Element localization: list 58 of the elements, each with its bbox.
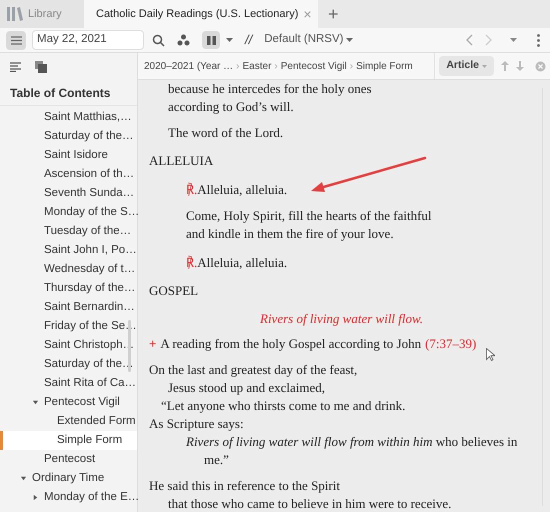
toc-item[interactable]: Saint Rita of Ca… — [0, 374, 137, 393]
text-line: Jesus stood up and exclaimed, — [167, 379, 326, 397]
breadcrumb-item[interactable]: Simple Form — [356, 58, 413, 74]
toc-title: Table of Contents — [0, 80, 137, 106]
toc-item[interactable]: Simple Form — [0, 431, 137, 450]
toc-item[interactable]: Monday of the E… — [0, 488, 137, 507]
text-line: because he intercedes for the holy ones — [167, 80, 373, 98]
toc-item[interactable]: Pentecost — [0, 450, 137, 469]
new-tab-button[interactable]: + — [318, 0, 349, 28]
toc-item[interactable]: Saint Bernardin… — [0, 298, 137, 317]
toc-item[interactable]: Saturday of the… — [0, 127, 137, 146]
text-line: He said this in reference to the Spirit — [149, 477, 341, 495]
text-line: that those who came to believe in him were to receive. — [167, 495, 452, 512]
toc-item[interactable]: Saint John I, Po… — [0, 241, 137, 260]
parallel-separator[interactable]: // — [245, 30, 252, 50]
text-line: and kindle in them the fire of your love. — [185, 225, 395, 243]
response-symbol: ℟. — [186, 181, 198, 199]
date-field[interactable]: May 22, 2021 — [32, 30, 144, 50]
toc-item[interactable]: Wednesday of t… — [0, 260, 137, 279]
article-dropdown[interactable]: Article — [439, 56, 494, 76]
section-heading: GOSPEL — [149, 282, 200, 300]
text-line: me.” — [203, 451, 230, 469]
response-symbol: ℟. — [186, 254, 198, 272]
breadcrumb-item[interactable]: Easter — [242, 58, 272, 74]
toc-item[interactable]: Pentecost Vigil — [0, 393, 137, 412]
text-line: As Scripture says: — [149, 415, 245, 433]
response-text: Alleluia, alleluia. — [197, 254, 288, 272]
toc-item[interactable]: Monday of the S… — [0, 203, 137, 222]
toc-item[interactable]: Thursday of the… — [0, 279, 137, 298]
version-dropdown[interactable]: Default (NRSV) — [264, 31, 354, 49]
toc-item[interactable]: Saint Isidore — [0, 146, 137, 165]
text-line: “Let anyone who thirsts come to me and drink. — [160, 397, 406, 415]
section-heading: ALLELUIA — [149, 152, 214, 170]
text-line: Rivers of living water will flow from within him who believes in — [185, 433, 518, 451]
breadcrumb-separator: › — [350, 60, 354, 74]
text-line: according to God’s will. — [167, 98, 295, 116]
reading-intro: A reading from the holy Gospel according to John — [160, 335, 422, 353]
toc-item[interactable]: Seventh Sunda… — [0, 184, 137, 203]
breadcrumb-item[interactable]: Pentecost Vigil — [280, 58, 347, 74]
toc-item[interactable]: Saint Christoph… — [0, 336, 137, 355]
toc-item[interactable]: Saturday of the… — [0, 355, 137, 374]
text-line: On the last and greatest day of the feast, — [149, 361, 358, 379]
breadcrumb-separator: › — [236, 60, 240, 74]
breadcrumb-item[interactable]: 2020–2021 (Year … — [144, 58, 234, 74]
toc-item[interactable]: Saint Matthias,… — [0, 108, 137, 127]
text-line: Come, Holy Spirit, fill the hearts of the faithful — [185, 207, 433, 225]
reading-title: Rivers of living water will flow. — [259, 310, 424, 328]
breadcrumb-separator: › — [274, 60, 278, 74]
toc-item[interactable]: Ascension of th… — [0, 165, 137, 184]
response-text: Alleluia, alleluia. — [197, 181, 288, 199]
toc-item[interactable]: Friday of the Se… — [0, 317, 137, 336]
tab[interactable]: Catholic Daily Readings (U.S. Lectionary) × — [84, 0, 318, 28]
scripture-citation[interactable]: (7:37–39) — [425, 335, 476, 353]
toc-item[interactable]: Extended Form — [0, 412, 137, 431]
toc-item[interactable]: Ordinary Time — [0, 469, 137, 488]
toc-item[interactable]: Tuesday of the… — [0, 222, 137, 241]
text-line: The word of the Lord. — [167, 124, 284, 142]
cross-symbol: + — [149, 335, 156, 353]
